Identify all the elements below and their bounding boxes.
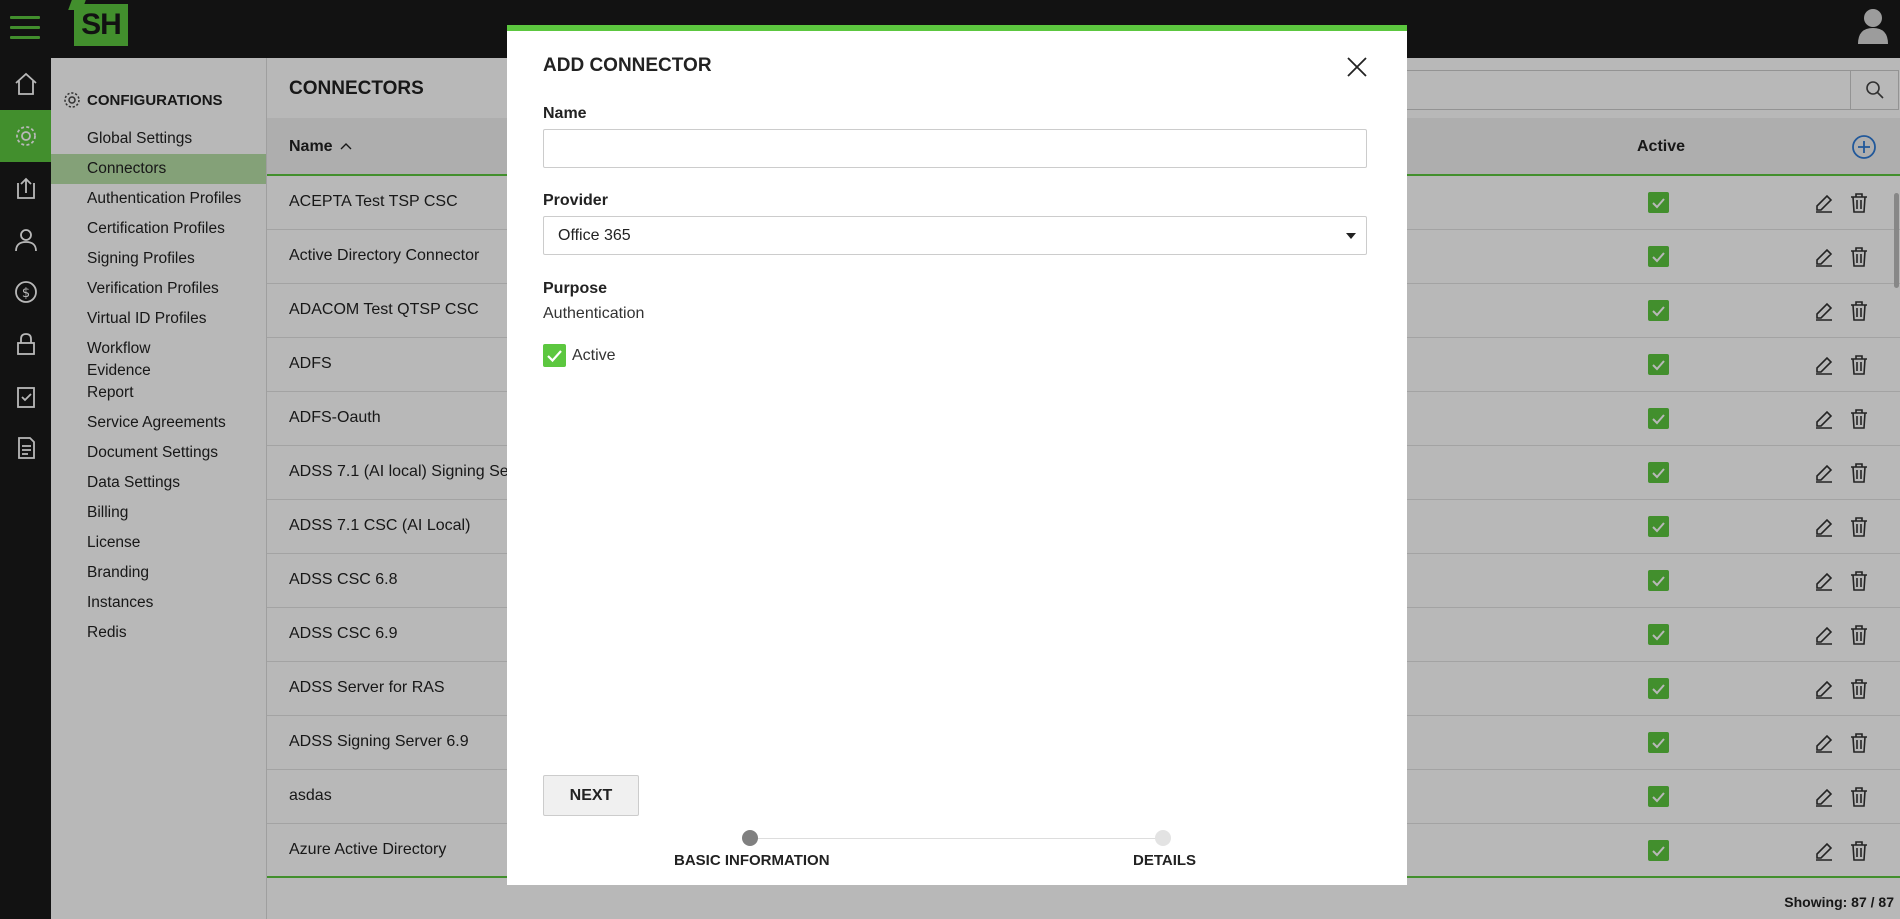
dialog-title: ADD CONNECTOR [543,55,712,76]
step-label-details: DETAILS [1133,852,1197,869]
step-indicator-details [1155,830,1171,846]
purpose-value: Authentication [543,305,645,322]
active-checkbox-label[interactable]: Active [572,347,616,365]
provider-select[interactable]: Office 365 [543,216,1367,255]
add-connector-dialog: ADD CONNECTOR Name Provider Office 365 P… [507,25,1407,885]
close-icon[interactable] [1345,55,1369,79]
step-label-basic-information: BASIC INFORMATION [674,852,830,869]
name-field-label: Name [543,105,587,122]
provider-field-label: Provider [543,192,608,209]
name-field[interactable] [543,129,1367,168]
purpose-field-label: Purpose [543,280,608,297]
caret-down-icon [1346,233,1356,239]
provider-selected-value: Office 365 [558,227,631,244]
step-indicator-basic-information [742,830,758,846]
next-button[interactable]: NEXT [543,775,639,816]
stepper-track [750,838,1163,839]
checkmark-icon [547,350,562,363]
active-checkbox[interactable] [543,344,566,367]
